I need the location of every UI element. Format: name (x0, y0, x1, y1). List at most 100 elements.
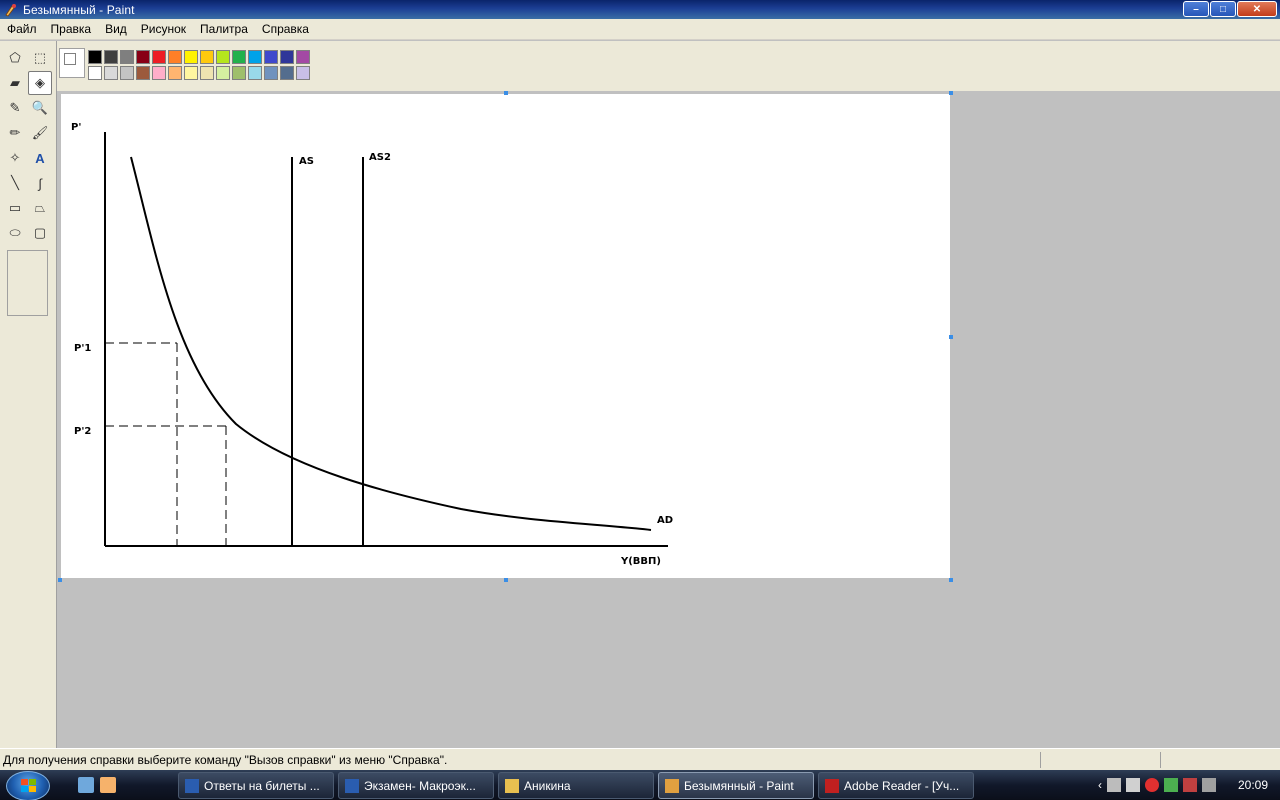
current-colors[interactable] (59, 48, 85, 78)
color-swatch[interactable] (152, 50, 166, 64)
color-swatch[interactable] (152, 66, 166, 80)
quick-launch (78, 777, 116, 793)
color-swatch[interactable] (120, 66, 134, 80)
resize-handle-bottom-left[interactable] (58, 578, 62, 582)
color-swatch[interactable] (88, 66, 102, 80)
volume-icon[interactable] (1202, 778, 1216, 792)
color-swatch[interactable] (264, 50, 278, 64)
taskbar-button[interactable]: Adobe Reader - [Уч... (818, 772, 974, 799)
text-icon: A (35, 150, 45, 166)
status-separator (1040, 752, 1041, 768)
adobe-icon (825, 778, 839, 793)
color-swatch[interactable] (200, 50, 214, 64)
media-player-icon[interactable] (100, 777, 116, 793)
color-swatch[interactable] (184, 50, 198, 64)
taskbar-button[interactable]: Безымянный - Paint (658, 772, 814, 799)
airbrush-icon: ✧ (9, 150, 21, 165)
resize-handle-bottom-right[interactable] (949, 578, 953, 582)
color-swatch[interactable] (248, 50, 262, 64)
word-icon (185, 778, 199, 793)
taskbar-button[interactable]: Аникина (498, 772, 654, 799)
menu-view[interactable]: Вид (98, 19, 134, 40)
network-icon[interactable] (1107, 778, 1121, 792)
folder-icon (505, 778, 519, 793)
opera-icon[interactable] (1145, 778, 1159, 792)
color-swatch[interactable] (168, 66, 182, 80)
polygon-icon: ⏢ (34, 200, 46, 215)
foreground-color[interactable] (64, 53, 76, 65)
color-swatch[interactable] (216, 66, 230, 80)
tool-button[interactable]: ✎ (3, 96, 27, 120)
color-swatch[interactable] (264, 66, 278, 80)
color-swatch[interactable] (248, 66, 262, 80)
tool-button[interactable]: ⬚ (28, 46, 52, 70)
tool-button[interactable]: ▰ (3, 71, 27, 95)
menu-image[interactable]: Рисунок (134, 19, 193, 40)
color-swatch[interactable] (216, 50, 230, 64)
x-axis-label: Y(ВВП) (620, 556, 661, 567)
resize-handle-bottom[interactable] (504, 578, 508, 582)
tool-button[interactable]: ╲ (3, 171, 27, 195)
menu-help[interactable]: Справка (255, 19, 316, 40)
tool-button[interactable]: ◈ (28, 71, 52, 95)
tool-button[interactable]: ∫ (28, 171, 52, 195)
taskbar-button[interactable]: Ответы на билеты ... (178, 772, 334, 799)
taskbar-button-label: Безымянный - Paint (684, 778, 794, 793)
tool-button[interactable]: ⬠ (3, 46, 27, 70)
tool-button[interactable]: ⬭ (3, 221, 27, 245)
tool-button[interactable]: ▢ (28, 221, 52, 245)
ad-label: AD (657, 515, 673, 526)
drawing-canvas[interactable]: P' P'1 P'2 AS AS2 AD Y(ВВП) (61, 94, 950, 578)
eraser-icon: ▰ (10, 75, 20, 90)
color-swatch[interactable] (184, 66, 198, 80)
tool-button[interactable]: 🖌 (28, 121, 52, 145)
paint-app-icon (4, 3, 18, 17)
taskbar-button-label: Экзамен- Макроэк... (364, 778, 476, 793)
devices-icon[interactable] (1126, 778, 1140, 792)
battery-icon[interactable] (1164, 778, 1178, 792)
color-swatch[interactable] (280, 50, 294, 64)
rectangle-icon: ▭ (8, 200, 22, 215)
color-swatch[interactable] (296, 66, 310, 80)
title-bar: Безымянный - Paint – □ ✕ (0, 0, 1280, 19)
color-palette (57, 41, 1280, 91)
menu-file[interactable]: Файл (0, 19, 44, 40)
tray-expand-icon[interactable]: ‹ (1098, 778, 1102, 792)
color-swatch[interactable] (104, 50, 118, 64)
resize-handle-top[interactable] (504, 91, 508, 95)
minimize-button[interactable]: – (1183, 1, 1209, 17)
taskbar-button[interactable]: Экзамен- Макроэк... (338, 772, 494, 799)
resize-handle-top-right[interactable] (949, 91, 953, 95)
color-swatch[interactable] (120, 50, 134, 64)
show-desktop-icon[interactable] (78, 777, 94, 793)
clock[interactable]: 20:09 (1238, 778, 1268, 792)
tool-options-box[interactable] (7, 250, 48, 316)
tool-button[interactable]: A (28, 146, 52, 170)
color-picker-icon: ✎ (9, 100, 21, 115)
color-swatch[interactable] (88, 50, 102, 64)
tool-button[interactable]: ✏ (3, 121, 27, 145)
network-status-icon[interactable] (1183, 778, 1197, 792)
color-swatch[interactable] (280, 66, 294, 80)
tool-button[interactable]: ✧ (3, 146, 27, 170)
maximize-button[interactable]: □ (1210, 1, 1236, 17)
color-swatch[interactable] (232, 66, 246, 80)
menu-edit[interactable]: Правка (44, 19, 99, 40)
y-axis-label: P' (71, 122, 81, 133)
resize-handle-right[interactable] (949, 335, 953, 339)
close-button[interactable]: ✕ (1237, 1, 1277, 17)
color-swatch[interactable] (136, 66, 150, 80)
tool-button[interactable]: ▭ (3, 196, 27, 220)
status-bar: Для получения справки выберите команду "… (0, 748, 1280, 770)
color-swatch[interactable] (168, 50, 182, 64)
status-help-text: Для получения справки выберите команду "… (3, 752, 448, 767)
start-button[interactable] (6, 771, 50, 800)
tool-button[interactable]: 🔍 (28, 96, 52, 120)
color-swatch[interactable] (296, 50, 310, 64)
color-swatch[interactable] (104, 66, 118, 80)
menu-palette[interactable]: Палитра (193, 19, 255, 40)
color-swatch[interactable] (200, 66, 214, 80)
color-swatch[interactable] (136, 50, 150, 64)
color-swatch[interactable] (232, 50, 246, 64)
tool-button[interactable]: ⏢ (28, 196, 52, 220)
